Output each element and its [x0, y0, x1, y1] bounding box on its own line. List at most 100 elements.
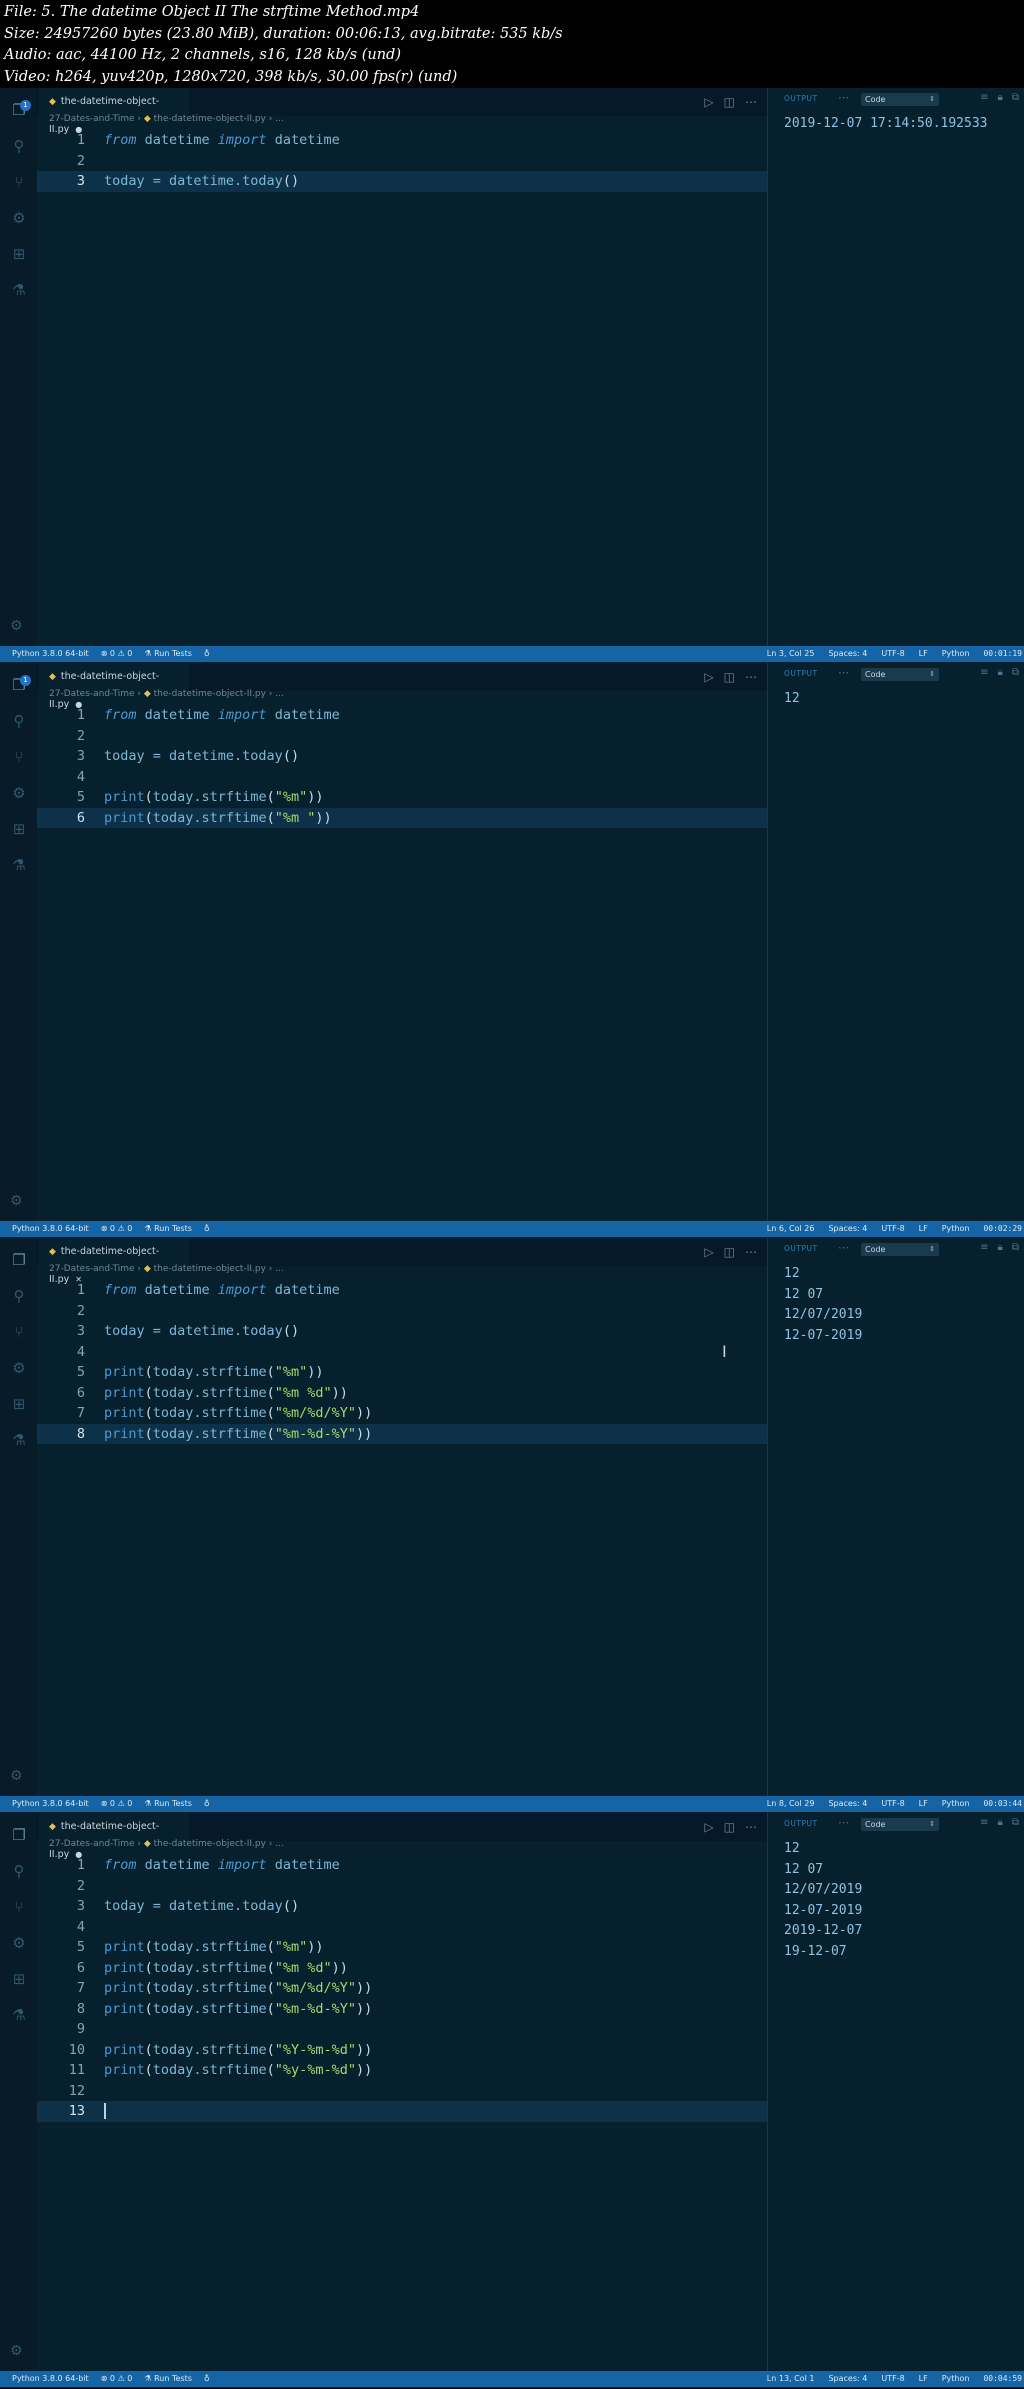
lock-scroll-icon[interactable]: 🔒︎ [998, 1817, 1003, 1828]
code-line[interactable]: 2 [37, 1301, 767, 1322]
search-icon[interactable]: ⚲ [9, 136, 29, 156]
output-panel-title[interactable]: OUTPUT [784, 1819, 818, 1828]
encoding[interactable]: UTF-8 [881, 649, 904, 658]
code-line[interactable]: 1 from datetime import datetime [37, 705, 767, 726]
code-line[interactable]: 1 from datetime import datetime [37, 130, 767, 151]
breadcrumb-more[interactable]: ... [275, 689, 284, 699]
more-actions-icon[interactable]: ⋯ [838, 91, 849, 104]
problems-count[interactable]: ⊗ 0 ⚠ 0 [101, 2374, 133, 2383]
problems-count[interactable]: ⊗ 0 ⚠ 0 [101, 649, 133, 658]
indentation[interactable]: Spaces: 4 [828, 2374, 867, 2383]
code-line[interactable]: 3 today = datetime.today() [37, 1896, 767, 1917]
code-line[interactable]: 2 [37, 1876, 767, 1897]
line-ending[interactable]: LF [919, 1799, 928, 1808]
settings-gear-icon[interactable]: ⚙ [10, 2343, 23, 2359]
code-line[interactable]: 11 print(today.strftime("%y-%m-%d")) [37, 2060, 767, 2081]
split-editor-icon[interactable]: ◫ [724, 95, 735, 109]
code-line[interactable]: 9 [37, 2019, 767, 2040]
run-icon[interactable]: ▷ [704, 1245, 713, 1259]
code-line[interactable]: 6 print(today.strftime("%m %d")) [37, 1958, 767, 1979]
more-actions-icon[interactable]: ⋯ [745, 1820, 757, 1834]
search-icon[interactable]: ⚲ [9, 1861, 29, 1881]
debug-icon[interactable]: ⚙ [9, 208, 29, 228]
maximize-panel-icon[interactable]: ⧉ [1012, 1817, 1019, 1828]
line-ending[interactable]: LF [919, 2374, 928, 2383]
settings-gear-icon[interactable]: ⚙ [10, 1193, 23, 1209]
code-line[interactable]: 7 print(today.strftime("%m/%d/%Y")) [37, 1403, 767, 1424]
line-ending[interactable]: LF [919, 1224, 928, 1233]
cursor-position[interactable]: Ln 8, Col 29 [767, 1799, 815, 1808]
maximize-panel-icon[interactable]: ⧉ [1012, 1242, 1019, 1253]
source-control-icon[interactable]: ⑂ [9, 1897, 29, 1917]
breadcrumb-file[interactable]: the-datetime-object-II.py [154, 1264, 266, 1274]
debug-icon[interactable]: ⚙ [9, 783, 29, 803]
encoding[interactable]: UTF-8 [881, 2374, 904, 2383]
split-editor-icon[interactable]: ◫ [724, 1245, 735, 1259]
debug-icon[interactable]: ⚙ [9, 1358, 29, 1378]
code-editor[interactable]: 1 from datetime import datetime 2 3 today = … [37, 130, 767, 192]
run-icon[interactable]: ▷ [704, 1820, 713, 1834]
python-interpreter[interactable]: Python 3.8.0 64-bit [12, 2374, 89, 2383]
code-line[interactable]: 6 print(today.strftime("%m ")) [37, 807, 767, 828]
search-icon[interactable]: ⚲ [9, 1286, 29, 1306]
live-share-icon[interactable]: ♁ [204, 649, 210, 658]
lock-scroll-icon[interactable]: 🔒︎ [998, 92, 1003, 103]
breadcrumb-more[interactable]: ... [275, 114, 284, 124]
code-line[interactable]: 4 [37, 767, 767, 788]
cursor-position[interactable]: Ln 6, Col 26 [767, 1224, 815, 1233]
clear-output-icon[interactable]: ≡ [980, 1242, 988, 1253]
problems-count[interactable]: ⊗ 0 ⚠ 0 [101, 1224, 133, 1233]
python-interpreter[interactable]: Python 3.8.0 64-bit [12, 1799, 89, 1808]
live-share-icon[interactable]: ♁ [204, 2374, 210, 2383]
code-line[interactable]: 5 print(today.strftime("%m")) [37, 787, 767, 808]
code-line[interactable]: 8 print(today.strftime("%m-%d-%Y")) [37, 1423, 767, 1444]
cursor-position[interactable]: Ln 13, Col 1 [767, 2374, 815, 2383]
output-channel-select[interactable]: Code ⇕ [861, 93, 939, 106]
code-editor[interactable]: 1 from datetime import datetime 2 3 today = … [37, 1855, 767, 2122]
debug-icon[interactable]: ⚙ [9, 1933, 29, 1953]
extensions-icon[interactable]: ⊞ [9, 244, 29, 264]
indentation[interactable]: Spaces: 4 [828, 1799, 867, 1808]
output-panel-title[interactable]: OUTPUT [784, 94, 818, 103]
breadcrumb-file[interactable]: the-datetime-object-II.py [154, 689, 266, 699]
extensions-icon[interactable]: ⊞ [9, 819, 29, 839]
run-tests-button[interactable]: ⚗ Run Tests [144, 1799, 192, 1808]
lock-scroll-icon[interactable]: 🔒︎ [998, 1242, 1003, 1253]
output-channel-select[interactable]: Code ⇕ [861, 668, 939, 681]
indentation[interactable]: Spaces: 4 [828, 649, 867, 658]
output-panel-title[interactable]: OUTPUT [784, 669, 818, 678]
more-actions-icon[interactable]: ⋯ [745, 1245, 757, 1259]
breadcrumb-file[interactable]: the-datetime-object-II.py [154, 1839, 266, 1849]
cursor-position[interactable]: Ln 3, Col 25 [767, 649, 815, 658]
code-line[interactable]: 2 [37, 726, 767, 747]
maximize-panel-icon[interactable]: ⧉ [1012, 92, 1019, 103]
code-line[interactable]: 8 print(today.strftime("%m-%d-%Y")) [37, 1999, 767, 2020]
code-line[interactable]: 3 today = datetime.today() [37, 746, 767, 767]
settings-gear-icon[interactable]: ⚙ [10, 618, 23, 634]
breadcrumb-folder[interactable]: 27-Dates-and-Time [49, 114, 135, 124]
search-icon[interactable]: ⚲ [9, 711, 29, 731]
code-line[interactable]: 6 print(today.strftime("%m %d")) [37, 1383, 767, 1404]
code-line[interactable]: 1 from datetime import datetime [37, 1280, 767, 1301]
test-flask-icon[interactable]: ⚗ [9, 2005, 29, 2025]
split-editor-icon[interactable]: ◫ [724, 1820, 735, 1834]
live-share-icon[interactable]: ♁ [204, 1224, 210, 1233]
lock-scroll-icon[interactable]: 🔒︎ [998, 667, 1003, 678]
code-line[interactable]: 1 from datetime import datetime [37, 1855, 767, 1876]
line-ending[interactable]: LF [919, 649, 928, 658]
extensions-icon[interactable]: ⊞ [9, 1394, 29, 1414]
language-mode[interactable]: Python [942, 1799, 970, 1808]
code-line[interactable]: 2 [37, 151, 767, 172]
output-channel-select[interactable]: Code ⇕ [861, 1818, 939, 1831]
language-mode[interactable]: Python [942, 1224, 970, 1233]
output-panel-title[interactable]: OUTPUT [784, 1244, 818, 1253]
breadcrumb-more[interactable]: ... [275, 1839, 284, 1849]
more-actions-icon[interactable]: ⋯ [745, 95, 757, 109]
more-actions-icon[interactable]: ⋯ [838, 1816, 849, 1829]
breadcrumb-folder[interactable]: 27-Dates-and-Time [49, 1839, 135, 1849]
more-actions-icon[interactable]: ⋯ [838, 1241, 849, 1254]
live-share-icon[interactable]: ♁ [204, 1799, 210, 1808]
encoding[interactable]: UTF-8 [881, 1224, 904, 1233]
code-editor[interactable]: 1 from datetime import datetime 2 3 today = … [37, 1280, 767, 1444]
run-tests-button[interactable]: ⚗ Run Tests [144, 2374, 192, 2383]
